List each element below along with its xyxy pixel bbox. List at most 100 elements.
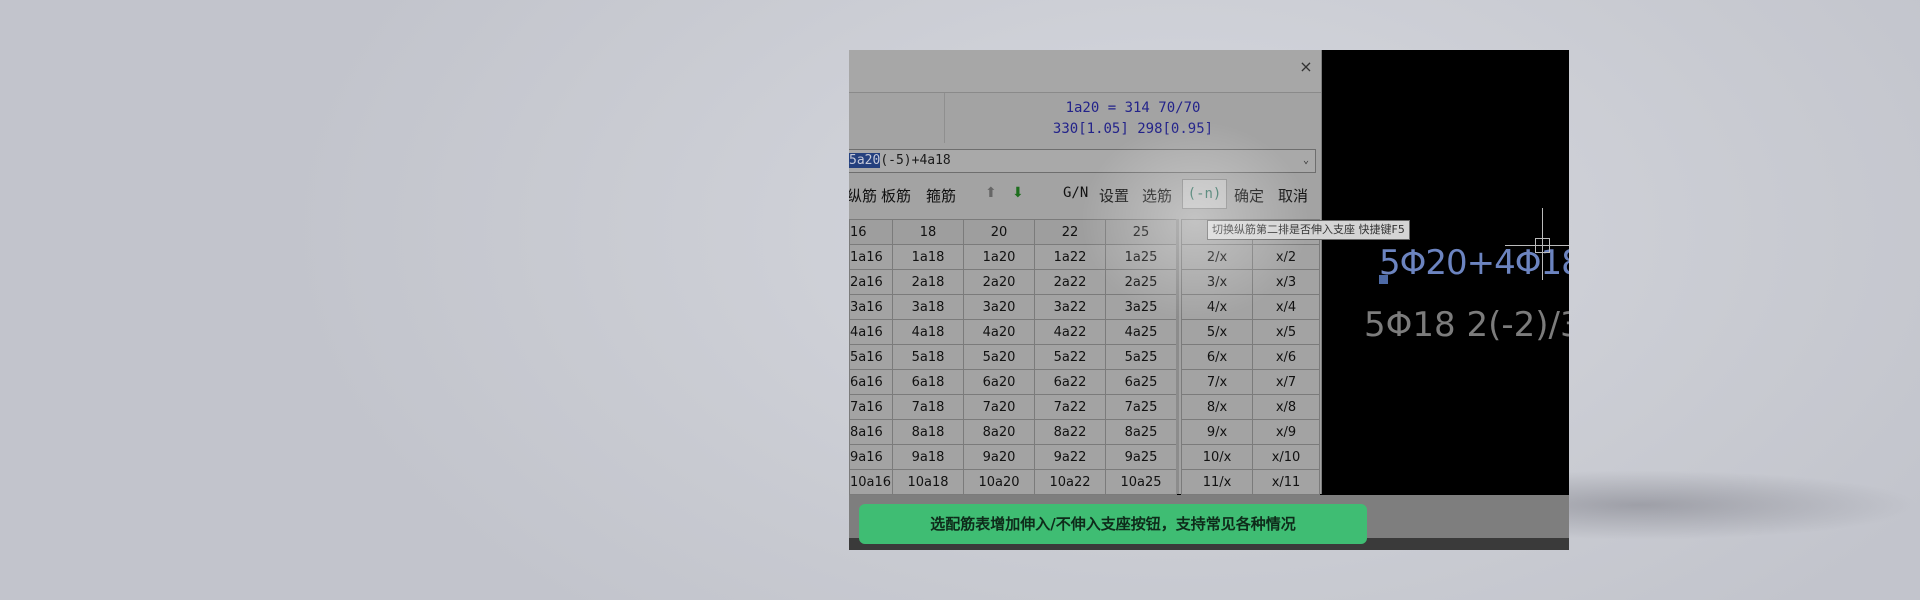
gn-button[interactable]: G/N	[1063, 185, 1088, 201]
grid-cell[interactable]: 5a20	[963, 344, 1035, 370]
grid-cell[interactable]: 2a18	[892, 269, 964, 295]
grid-cell[interactable]: 7a20	[963, 394, 1035, 420]
cad-rebar-label[interactable]: 5Φ18 2(-2)/3	[1364, 305, 1569, 345]
tab-stirrup[interactable]: 箍筋	[926, 185, 956, 206]
ratio-cell[interactable]: 6/x	[1181, 344, 1253, 370]
grid-cell[interactable]: 1a16	[849, 244, 893, 270]
grid-cell[interactable]: 6a22	[1034, 369, 1106, 395]
grid-cell[interactable]: 5a18	[892, 344, 964, 370]
grid-cell[interactable]: 3a20	[963, 294, 1035, 320]
table-row: 5/x x/5	[1181, 319, 1320, 345]
grid-cell[interactable]: 6a16	[849, 369, 893, 395]
ratio-cell[interactable]: x/11	[1252, 469, 1320, 495]
grid-cell[interactable]: 7a16	[849, 394, 893, 420]
grid-cell[interactable]: 3a25	[1105, 294, 1177, 320]
ratio-cell[interactable]: x/7	[1252, 369, 1320, 395]
grid-cell[interactable]: 8a25	[1105, 419, 1177, 445]
ratio-cell[interactable]: x/2	[1252, 244, 1320, 270]
combo-selected-text: 5a20	[849, 153, 881, 168]
ratio-cell[interactable]: 8/x	[1181, 394, 1253, 420]
grid-cell[interactable]: 9a20	[963, 444, 1035, 470]
combo-rest-text: (-5)+4a18	[880, 153, 951, 168]
grid-cell[interactable]: 7a18	[892, 394, 964, 420]
tab-slab-bar[interactable]: 板筋	[881, 185, 911, 206]
ratio-cell[interactable]: 10/x	[1181, 444, 1253, 470]
table-row: 4/x x/4	[1181, 294, 1320, 320]
ok-button[interactable]: 确定	[1234, 185, 1264, 206]
ratio-cell[interactable]: 3/x	[1181, 269, 1253, 295]
grid-cell[interactable]: 1a20	[963, 244, 1035, 270]
table-row: 8/x x/8	[1181, 394, 1320, 420]
grid-header-cell: 20	[963, 219, 1035, 245]
grid-cell[interactable]: 7a22	[1034, 394, 1106, 420]
grid-cell[interactable]: 8a22	[1034, 419, 1106, 445]
grid-cell[interactable]: 1a18	[892, 244, 964, 270]
ratio-cell[interactable]: 4/x	[1181, 294, 1253, 320]
grid-cell[interactable]: 2a22	[1034, 269, 1106, 295]
grid-cell[interactable]: 3a18	[892, 294, 964, 320]
grid-cell[interactable]: 5a22	[1034, 344, 1106, 370]
ratio-cell[interactable]: x/6	[1252, 344, 1320, 370]
dialog-toolbar: 纵筋 板筋 箍筋 ⬆ ⬇ G/N 设置 选筋 确定 取消	[849, 179, 1321, 209]
grid-cell[interactable]: 9a25	[1105, 444, 1177, 470]
close-icon[interactable]: ×	[1297, 58, 1315, 76]
ratio-cell[interactable]: x/4	[1252, 294, 1320, 320]
grid-cell[interactable]: 6a25	[1105, 369, 1177, 395]
grid-cell[interactable]: 10a25	[1105, 469, 1177, 495]
chevron-down-icon[interactable]: ⌄	[1303, 150, 1309, 172]
cad-window: × 1a20 = 314 70/70 330[1.05] 298[0.95] 5…	[849, 50, 1569, 550]
table-row: 2/x x/2	[1181, 244, 1320, 270]
ratio-cell[interactable]: x/9	[1252, 419, 1320, 445]
ratio-cell[interactable]: x/5	[1252, 319, 1320, 345]
grid-cell[interactable]: 5a25	[1105, 344, 1177, 370]
table-row: 3a16 3a18 3a20 3a22 3a25	[849, 294, 1177, 320]
grid-cell[interactable]: 8a16	[849, 419, 893, 445]
grid-cell[interactable]: 3a16	[849, 294, 893, 320]
grid-header-row: 16 18 20 22 25	[849, 219, 1177, 245]
grid-cell[interactable]: 8a18	[892, 419, 964, 445]
ratio-cell[interactable]: 7/x	[1181, 369, 1253, 395]
arrow-up-icon[interactable]: ⬆	[985, 185, 997, 201]
grid-cell[interactable]: 5a16	[849, 344, 893, 370]
grid-cell[interactable]: 10a18	[892, 469, 964, 495]
grid-cell[interactable]: 6a20	[963, 369, 1035, 395]
grid-cell[interactable]: 1a22	[1034, 244, 1106, 270]
feature-banner: 选配筋表增加伸入/不伸入支座按钮，支持常见各种情况	[859, 504, 1367, 544]
grid-cell[interactable]: 8a20	[963, 419, 1035, 445]
select-bar-button[interactable]: 选筋	[1142, 185, 1172, 206]
grid-cell[interactable]: 9a22	[1034, 444, 1106, 470]
grid-cell[interactable]: 3a22	[1034, 294, 1106, 320]
cancel-button[interactable]: 取消	[1278, 185, 1308, 206]
grid-cell[interactable]: 4a25	[1105, 319, 1177, 345]
arrow-down-icon[interactable]: ⬇	[1012, 185, 1024, 201]
grid-divider	[1176, 219, 1179, 494]
grid-header-cell: 22	[1034, 219, 1106, 245]
rebar-input-combo[interactable]: 5a20(-5)+4a18 ⌄	[849, 149, 1316, 173]
grid-cell[interactable]: 10a16	[849, 469, 893, 495]
grid-cell[interactable]: 7a25	[1105, 394, 1177, 420]
ratio-cell[interactable]: x/10	[1252, 444, 1320, 470]
grid-cell[interactable]: 1a25	[1105, 244, 1177, 270]
grid-cell[interactable]: 4a16	[849, 319, 893, 345]
ratio-cell[interactable]: x/8	[1252, 394, 1320, 420]
grid-cell[interactable]: 6a18	[892, 369, 964, 395]
grid-cell[interactable]: 2a25	[1105, 269, 1177, 295]
grid-header-cell: 25	[1105, 219, 1177, 245]
grid-cell[interactable]: 10a20	[963, 469, 1035, 495]
grid-cell[interactable]: 4a18	[892, 319, 964, 345]
grid-cell[interactable]: 4a20	[963, 319, 1035, 345]
grid-cell[interactable]: 9a18	[892, 444, 964, 470]
settings-button[interactable]: 设置	[1099, 185, 1129, 206]
ratio-cell[interactable]: 11/x	[1181, 469, 1253, 495]
ratio-cell[interactable]: x/3	[1252, 269, 1320, 295]
tab-longitudinal-bar[interactable]: 纵筋	[849, 185, 877, 206]
grid-cell[interactable]: 2a16	[849, 269, 893, 295]
toggle-extend-support-button[interactable]: (-n)	[1182, 179, 1227, 209]
ratio-cell[interactable]: 5/x	[1181, 319, 1253, 345]
grid-cell[interactable]: 2a20	[963, 269, 1035, 295]
grid-cell[interactable]: 9a16	[849, 444, 893, 470]
grid-cell[interactable]: 10a22	[1034, 469, 1106, 495]
grid-cell[interactable]: 4a22	[1034, 319, 1106, 345]
ratio-cell[interactable]: 9/x	[1181, 419, 1253, 445]
ratio-cell[interactable]: 2/x	[1181, 244, 1253, 270]
